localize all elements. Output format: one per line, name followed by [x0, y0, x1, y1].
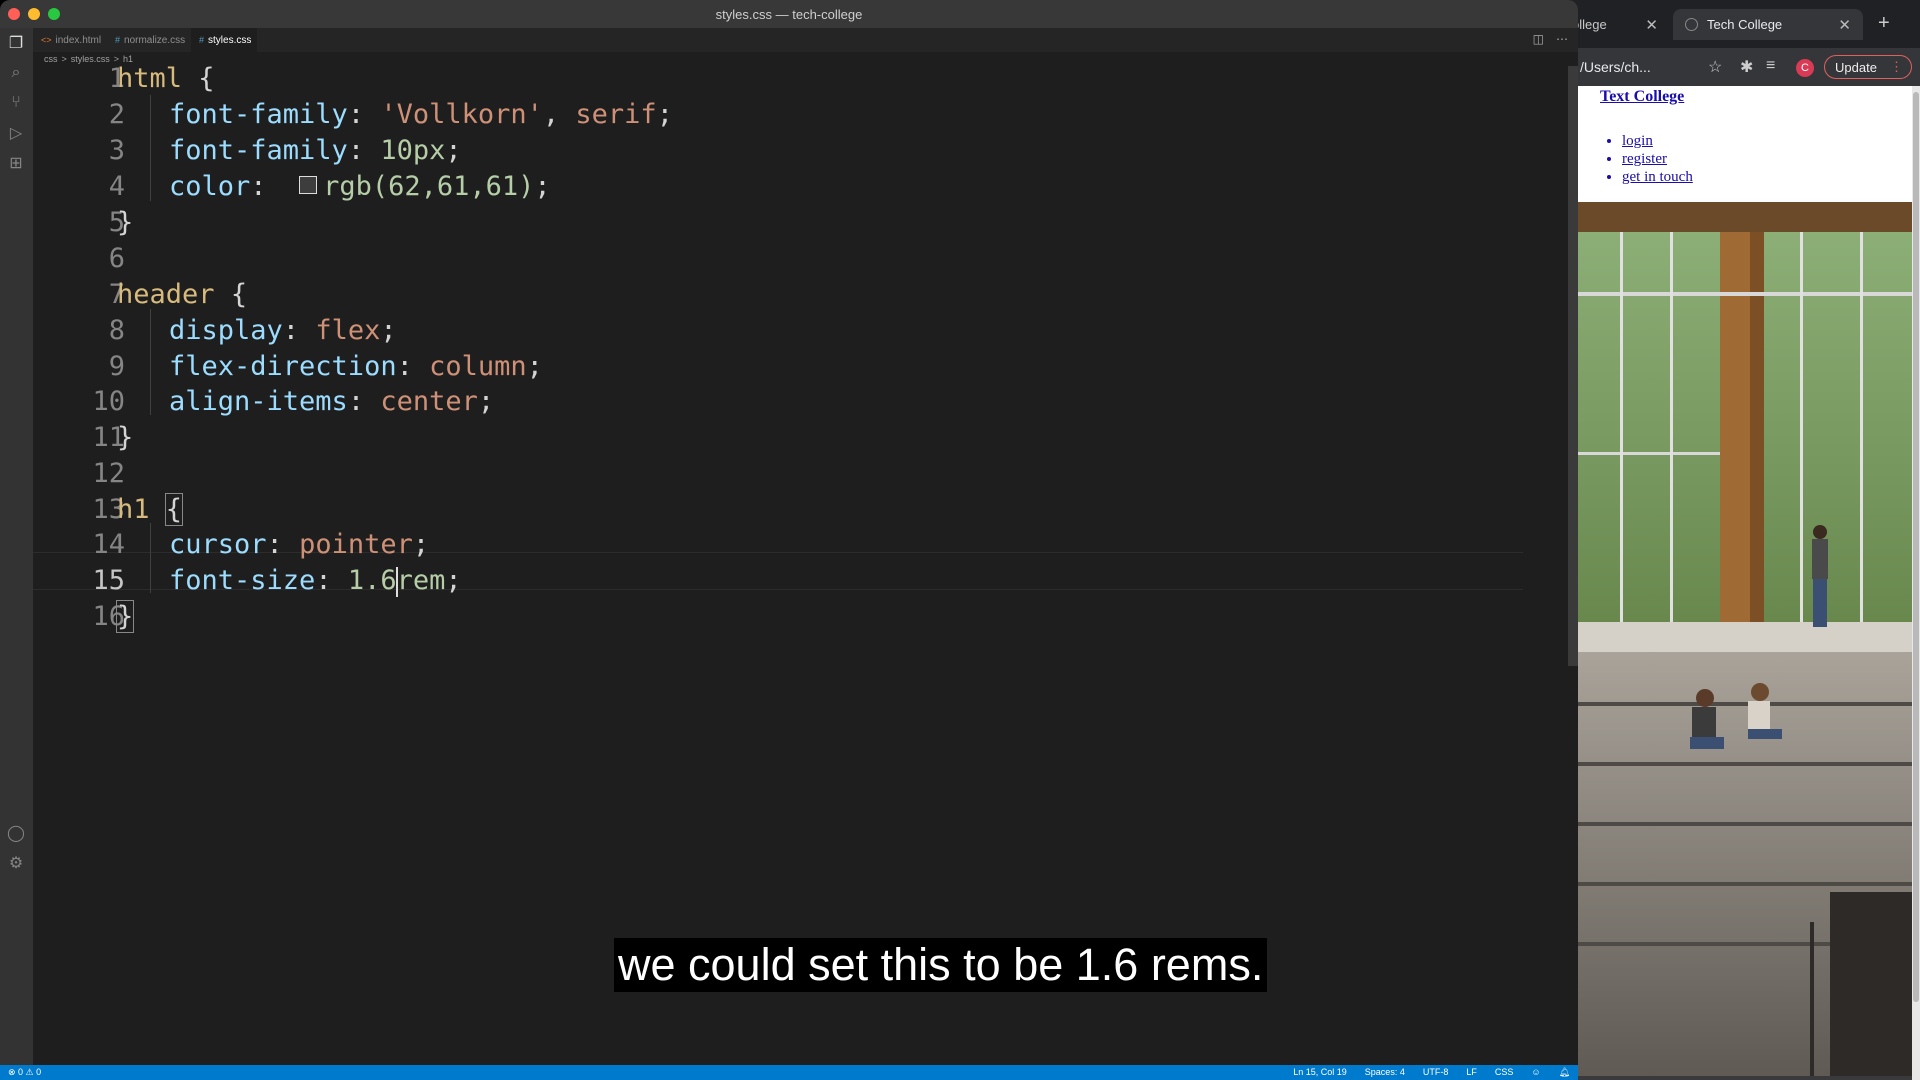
tab-normalize-css[interactable]: # normalize.css — [107, 28, 189, 52]
zoom-window-button[interactable] — [48, 8, 60, 20]
scrollbar-thumb[interactable] — [1913, 92, 1919, 1002]
window-titlebar: styles.css — tech-college — [0, 0, 1578, 28]
browser-tab-tech-college[interactable]: Tech College ✕ — [1673, 9, 1863, 40]
nav-link-login[interactable]: login — [1622, 132, 1693, 150]
globe-icon — [1685, 18, 1698, 31]
page-scrollbar[interactable] — [1912, 86, 1920, 1080]
update-button[interactable]: Update ⋮ — [1824, 55, 1912, 79]
extensions-icon[interactable]: ⊞ — [7, 154, 25, 172]
code-line: display: flex; — [169, 315, 397, 346]
editor-tabs: <> index.html # normalize.css # styles.c… — [33, 28, 1578, 52]
browser-window: ollege ✕ Tech College ✕ + /Users/ch... ☆… — [1560, 0, 1920, 1080]
encoding[interactable]: UTF-8 — [1423, 1067, 1449, 1078]
line-number: 14 — [92, 529, 125, 560]
web-page: Text College login register get in touch — [1560, 86, 1912, 1076]
browser-toolbar: /Users/ch... ☆ ✱ ≡ C Update ⋮ — [1560, 48, 1920, 86]
reading-list-icon[interactable]: ≡ — [1766, 57, 1775, 75]
extensions-icon[interactable]: ✱ — [1740, 57, 1753, 77]
code-line: color: rgb(62,61,61); — [169, 171, 551, 202]
code-line-current: font-size: 1.6rem; — [169, 565, 462, 597]
site-nav: login register get in touch — [1600, 132, 1693, 186]
activity-bar: ❐ ⌕ ⑂ ▷ ⊞ ◯ ⚙ — [0, 28, 33, 1065]
browser-tabstrip: ollege ✕ Tech College ✕ + — [1560, 0, 1920, 48]
split-editor-icon[interactable]: ◫ — [1533, 32, 1544, 46]
vscode-window: styles.css — tech-college ❐ ⌕ ⑂ ▷ ⊞ ◯ ⚙ … — [0, 0, 1578, 1080]
indent-guide — [150, 309, 151, 415]
html-file-icon: <> — [41, 35, 52, 45]
search-icon[interactable]: ⌕ — [7, 64, 25, 82]
window-title: styles.css — tech-college — [715, 6, 863, 22]
line-number: 3 — [108, 135, 125, 166]
line-number: 9 — [108, 351, 125, 382]
cursor-position[interactable]: Ln 15, Col 19 — [1293, 1067, 1347, 1078]
traffic-lights — [8, 8, 60, 20]
code-line: font-family: 'Vollkorn', serif; — [169, 99, 673, 130]
line-number: 8 — [108, 315, 125, 346]
browser-tab-label: Tech College — [1707, 17, 1783, 32]
campus-photo-image — [1560, 202, 1912, 1076]
code-line: h1 { — [117, 493, 184, 526]
code-editor[interactable]: 1 2 3 4 5 6 7 8 9 10 11 12 13 14 15 16 h… — [33, 63, 1578, 1065]
more-actions-icon[interactable]: ⋯ — [1556, 32, 1568, 46]
minimize-window-button[interactable] — [28, 8, 40, 20]
update-label: Update — [1835, 59, 1877, 75]
nav-link-register[interactable]: register — [1622, 150, 1693, 168]
line-number: 6 — [108, 243, 125, 274]
new-tab-button[interactable]: + — [1878, 12, 1890, 35]
profile-avatar[interactable]: C — [1796, 59, 1814, 77]
css-file-icon: # — [115, 35, 121, 45]
code-line: header { — [117, 279, 248, 310]
settings-gear-icon[interactable]: ⚙ — [7, 854, 25, 872]
close-icon[interactable]: ✕ — [1645, 16, 1658, 34]
close-icon[interactable]: ✕ — [1838, 16, 1851, 34]
css-file-icon: # — [199, 35, 205, 45]
hero-photo — [1560, 202, 1912, 1076]
address-bar[interactable]: /Users/ch... — [1560, 54, 1695, 80]
nav-link-get-in-touch[interactable]: get in touch — [1622, 168, 1693, 186]
code-line: font-family: 10px; — [169, 135, 462, 166]
code-line: align-items: center; — [169, 386, 495, 417]
code-line: cursor: pointer; — [169, 529, 430, 560]
star-icon[interactable]: ☆ — [1708, 57, 1722, 77]
code-line: flex-direction: column; — [169, 351, 543, 382]
code-line: } — [117, 422, 134, 453]
run-debug-icon[interactable]: ▷ — [7, 124, 25, 142]
tab-label: normalize.css — [124, 34, 186, 46]
line-number: 15 — [92, 565, 125, 596]
video-caption: we could set this to be 1.6 rems. — [614, 938, 1268, 992]
problems-indicator[interactable]: ⊗ 0 ⚠ 0 — [8, 1067, 41, 1078]
code-line: } — [117, 207, 134, 238]
status-bar: ⊗ 0 ⚠ 0 Ln 15, Col 19 Spaces: 4 UTF-8 LF… — [0, 1065, 1578, 1080]
end-of-line[interactable]: LF — [1466, 1067, 1477, 1078]
tab-index-html[interactable]: <> index.html — [33, 28, 105, 52]
breadcrumb-separator: > — [61, 54, 67, 64]
feedback-icon[interactable]: ☺ — [1531, 1067, 1540, 1078]
site-title-link[interactable]: Text College — [1600, 88, 1684, 106]
line-number: 10 — [92, 386, 125, 417]
line-number: 2 — [108, 99, 125, 130]
code-line: html { — [117, 63, 215, 94]
close-window-button[interactable] — [8, 8, 20, 20]
line-number: 4 — [108, 171, 125, 202]
account-icon[interactable]: ◯ — [7, 824, 25, 842]
notifications-icon[interactable]: 🔔︎ — [1559, 1067, 1570, 1078]
status-right: Ln 15, Col 19 Spaces: 4 UTF-8 LF CSS ☺ 🔔… — [1293, 1067, 1570, 1078]
indent-guide — [150, 95, 151, 201]
language-mode[interactable]: CSS — [1495, 1067, 1514, 1078]
indent-guide — [150, 523, 151, 593]
source-control-icon[interactable]: ⑂ — [7, 94, 25, 112]
code-line: } — [115, 600, 135, 633]
line-number: 12 — [92, 458, 125, 489]
explorer-icon[interactable]: ❐ — [7, 34, 25, 52]
tab-styles-css[interactable]: # styles.css — [191, 28, 257, 52]
menu-dots-icon: ⋮ — [1890, 59, 1903, 74]
editor-scrollbar[interactable] — [1568, 66, 1578, 666]
editor-actions: ◫ ⋯ — [1533, 32, 1568, 46]
tab-label: styles.css — [208, 34, 252, 46]
indentation[interactable]: Spaces: 4 — [1365, 1067, 1405, 1078]
tab-label: index.html — [55, 34, 102, 46]
breadcrumb-folder[interactable]: css — [44, 54, 58, 64]
color-swatch[interactable] — [299, 175, 318, 194]
